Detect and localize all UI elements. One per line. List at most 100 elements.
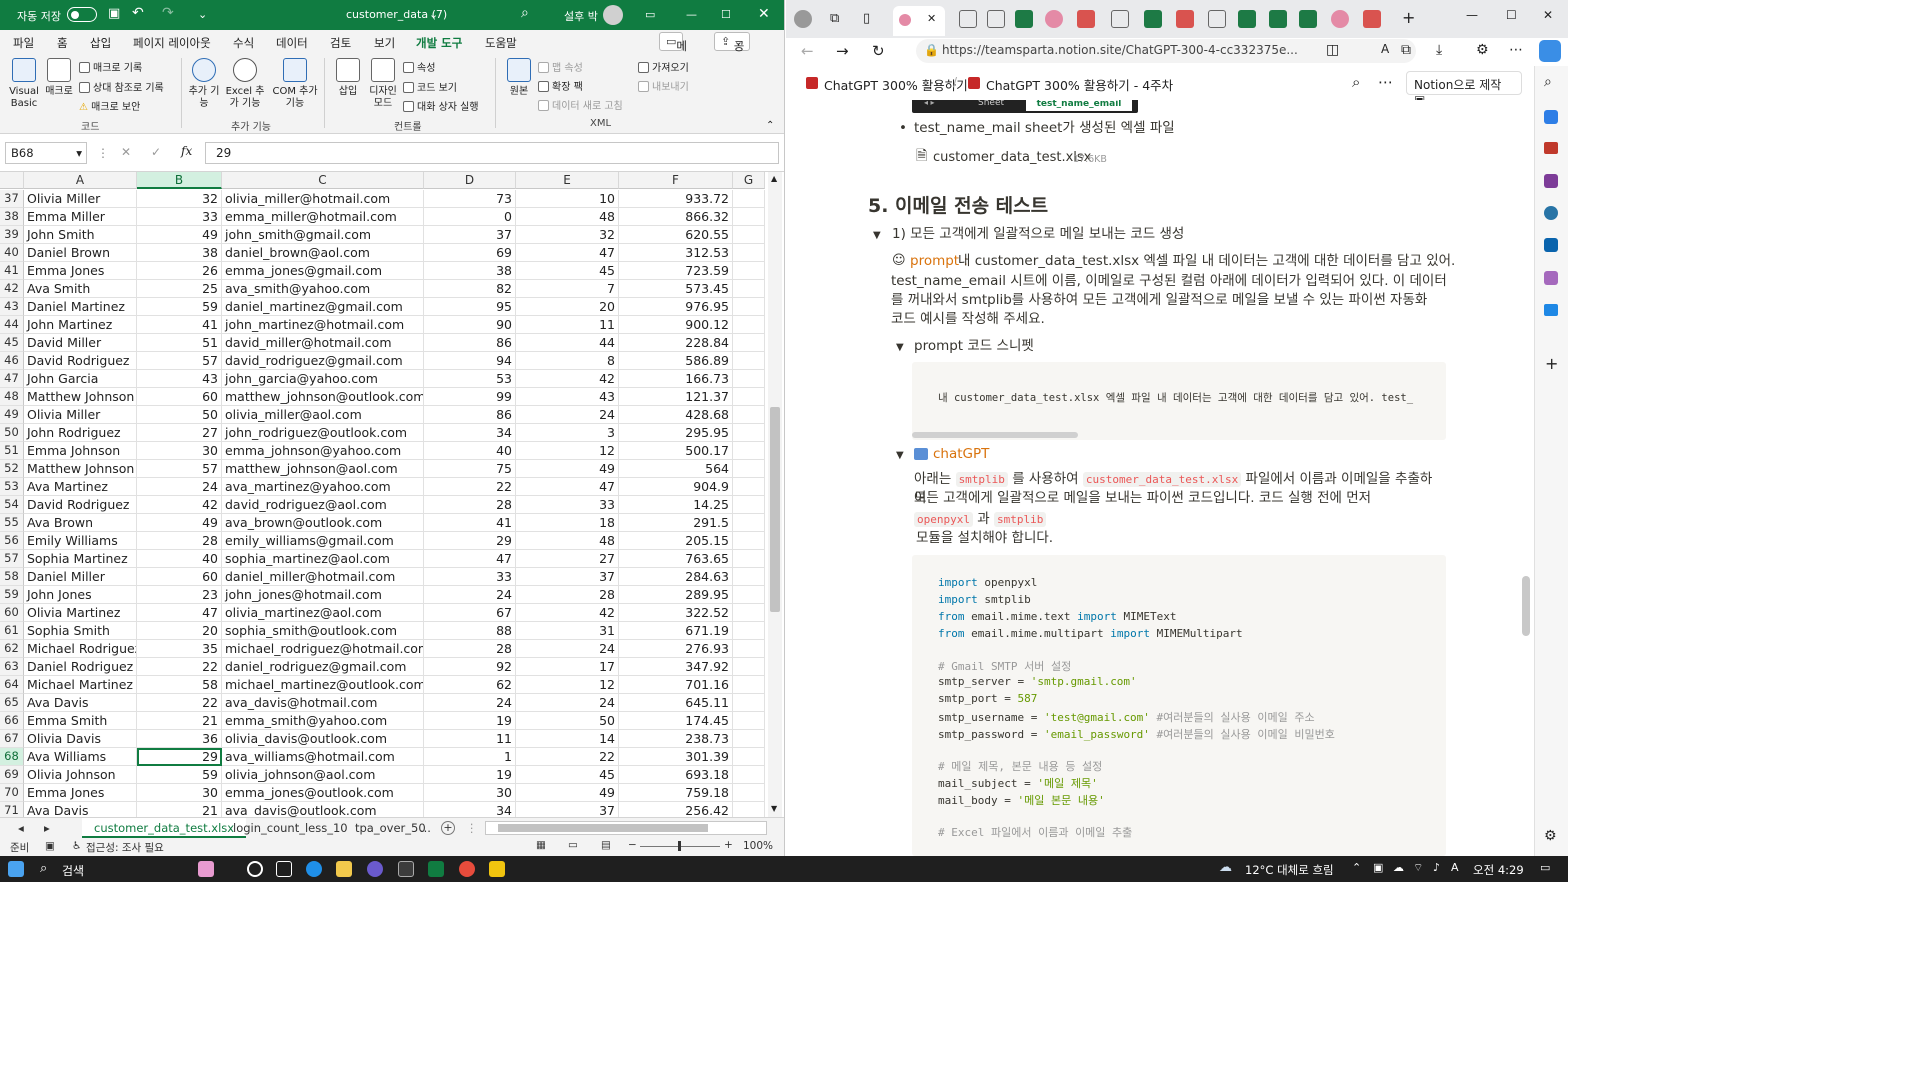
cell-g[interactable]	[733, 694, 765, 712]
cell-f[interactable]: 291.5	[619, 514, 733, 532]
cell-d[interactable]: 75	[424, 460, 516, 478]
cell-e[interactable]: 42	[516, 370, 619, 388]
made-with-notion-button[interactable]: Notion으로 제작 ▣	[1406, 71, 1522, 107]
back-icon[interactable]: ←	[801, 42, 814, 60]
cell-f[interactable]: 620.55	[619, 226, 733, 244]
cell-f[interactable]: 900.12	[619, 316, 733, 334]
cell-email[interactable]: sophia_smith@outlook.com	[222, 622, 424, 640]
tab-excel[interactable]	[1015, 10, 1033, 28]
toggle-icon[interactable]: ▼	[896, 446, 904, 465]
cell-b[interactable]: 26	[137, 262, 222, 280]
row-header[interactable]: 66	[0, 712, 24, 730]
cell-g[interactable]	[733, 730, 765, 748]
cell-d[interactable]: 90	[424, 316, 516, 334]
cell-d[interactable]: 40	[424, 442, 516, 460]
cell-email[interactable]: david_rodriguez@aol.com	[222, 496, 424, 514]
edge-icon[interactable]	[306, 861, 322, 877]
cell-f[interactable]: 586.89	[619, 352, 733, 370]
tab-help[interactable]: 도움말	[485, 35, 517, 51]
row-header[interactable]: 38	[0, 208, 24, 226]
cell-d[interactable]: 38	[424, 262, 516, 280]
visual-basic-button[interactable]: Visual Basic	[5, 58, 43, 110]
cell-b[interactable]: 57	[137, 460, 222, 478]
download-icon[interactable]: ⤓	[1436, 42, 1442, 58]
cell-email[interactable]: daniel_rodriguez@gmail.com	[222, 658, 424, 676]
zoom-level[interactable]: 100%	[743, 840, 773, 852]
minimize-icon[interactable]: —	[686, 8, 697, 21]
cell-g[interactable]	[733, 658, 765, 676]
cell-email[interactable]: daniel_brown@aol.com	[222, 244, 424, 262]
cell-name[interactable]: Ava Smith	[24, 280, 137, 298]
view-code-button[interactable]: 코드 보기	[403, 79, 457, 94]
cell-email[interactable]: david_miller@hotmail.com	[222, 334, 424, 352]
shopping-icon[interactable]	[1544, 110, 1558, 124]
horizontal-scrollbar[interactable]	[485, 821, 767, 835]
cell-e[interactable]: 20	[516, 298, 619, 316]
page-layout-view-icon[interactable]: ▭	[568, 839, 578, 851]
cell-e[interactable]: 49	[516, 460, 619, 478]
microsoft365-icon[interactable]	[1544, 206, 1558, 220]
cell-name[interactable]: Ava Brown	[24, 514, 137, 532]
cell-g[interactable]	[733, 784, 765, 802]
cell-g[interactable]	[733, 388, 765, 406]
name-box[interactable]: B68 ▾	[5, 142, 87, 164]
cell-d[interactable]: 94	[424, 352, 516, 370]
close-icon[interactable]: ✕	[1543, 8, 1553, 22]
cell-d[interactable]: 37	[424, 226, 516, 244]
cell-b[interactable]: 23	[137, 586, 222, 604]
cell-e[interactable]: 28	[516, 586, 619, 604]
row-header[interactable]: 69	[0, 766, 24, 784]
tab-red[interactable]	[1077, 10, 1095, 28]
cell-f[interactable]: 573.45	[619, 280, 733, 298]
scrollbar-thumb[interactable]	[770, 407, 780, 612]
cell-g[interactable]	[733, 766, 765, 784]
tab-insert[interactable]: 삽입	[90, 35, 111, 51]
cell-b[interactable]: 42	[137, 496, 222, 514]
row-header[interactable]: 48	[0, 388, 24, 406]
cell-name[interactable]: Emma Miller	[24, 208, 137, 226]
tab-excel[interactable]	[1299, 10, 1317, 28]
row-header[interactable]: 60	[0, 604, 24, 622]
toggle-icon[interactable]: ▼	[873, 226, 881, 245]
cell-b[interactable]: 59	[137, 766, 222, 784]
cell-b[interactable]: 60	[137, 568, 222, 586]
import-button[interactable]: 가져오기	[638, 59, 689, 74]
cell-d[interactable]: 86	[424, 334, 516, 352]
cell-f[interactable]: 866.32	[619, 208, 733, 226]
cell-d[interactable]: 0	[424, 208, 516, 226]
cell-name[interactable]: Matthew Johnson	[24, 388, 137, 406]
page-scrollbar-thumb[interactable]	[1522, 576, 1530, 636]
cell-g[interactable]	[733, 190, 765, 208]
cell-e[interactable]: 31	[516, 622, 619, 640]
file-explorer-icon[interactable]	[336, 861, 352, 877]
cell-g[interactable]	[733, 334, 765, 352]
memo-button[interactable]: ▭ 메모	[659, 32, 687, 69]
tab-doc[interactable]	[987, 10, 1005, 28]
cell-b[interactable]: 22	[137, 658, 222, 676]
cell-f[interactable]: 238.73	[619, 730, 733, 748]
column-header-c[interactable]: C	[222, 172, 424, 189]
cell-email[interactable]: john_jones@hotmail.com	[222, 586, 424, 604]
record-macro-button[interactable]: 매크로 기록	[79, 59, 142, 74]
cell-d[interactable]: 24	[424, 694, 516, 712]
chevron-down-icon[interactable]: ▾	[76, 146, 82, 160]
cell-f[interactable]: 701.16	[619, 676, 733, 694]
widgets-icon[interactable]	[198, 861, 214, 877]
profile-icon[interactable]	[794, 10, 812, 28]
vertical-scrollbar[interactable]: ▲ ▼	[768, 172, 782, 817]
cell-f[interactable]: 14.25	[619, 496, 733, 514]
onedrive-icon[interactable]: ☁	[1393, 861, 1404, 874]
cell-b[interactable]: 40	[137, 550, 222, 568]
file-link[interactable]: customer_data_test.xlsx	[933, 148, 1091, 167]
cell-b[interactable]: 21	[137, 712, 222, 730]
cell-f[interactable]: 312.53	[619, 244, 733, 262]
forward-icon[interactable]: →	[836, 42, 849, 60]
cell-g[interactable]	[733, 280, 765, 298]
tab-excel[interactable]	[1144, 10, 1162, 28]
row-header[interactable]: 57	[0, 550, 24, 568]
sheet-nav-prev-icon[interactable]: ◂	[18, 821, 24, 835]
cell-name[interactable]: John Rodriguez	[24, 424, 137, 442]
cell-email[interactable]: olivia_martinez@aol.com	[222, 604, 424, 622]
excel-icon[interactable]	[428, 861, 444, 877]
cell-e[interactable]: 48	[516, 532, 619, 550]
